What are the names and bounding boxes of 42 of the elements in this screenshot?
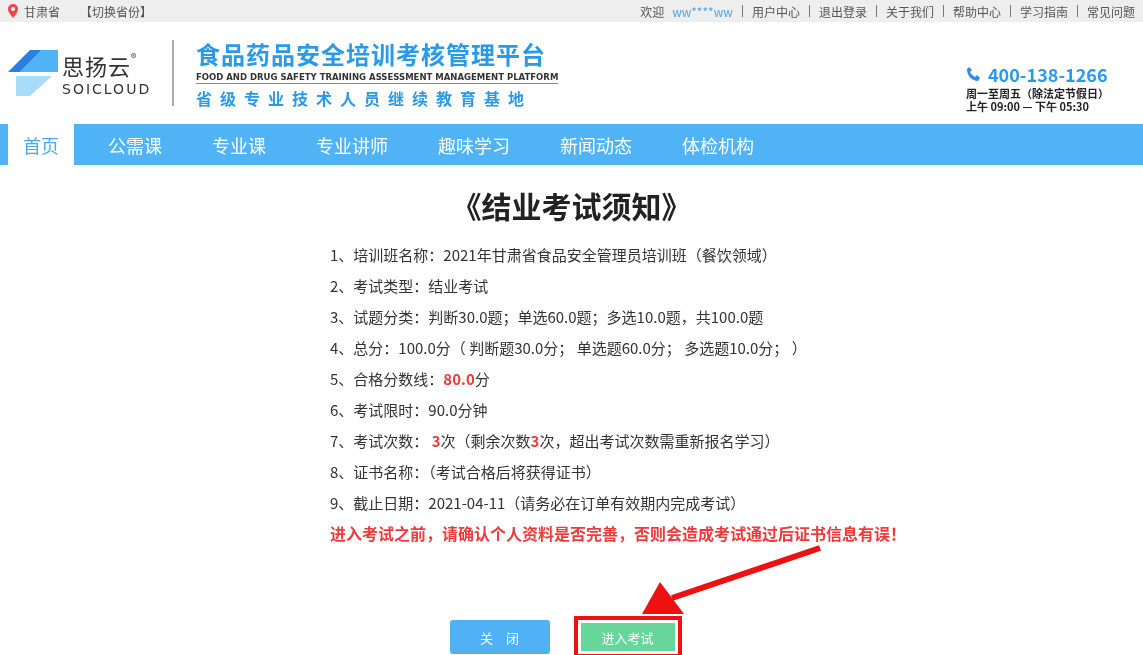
logo-name: 思扬云: [62, 49, 131, 81]
nav-tab[interactable]: 专业讲师: [294, 124, 410, 165]
notice-item: 9、截止日期：2021-04-11（请务必在订单有效期内完成考试）: [330, 491, 747, 515]
logo-subtitle: SOICLOUD: [62, 81, 152, 97]
service-hours: 周一至周五（除法定节假日）: [966, 87, 1109, 100]
notice-item: 6、考试限时：90.0分钟: [330, 398, 489, 422]
nav-tab[interactable]: 首页: [8, 124, 74, 165]
notice-item: 1、培训班名称：2021年甘肃省食品安全管理员培训班（餐饮领域）: [330, 243, 778, 267]
close-button[interactable]: 关 闭: [449, 620, 550, 654]
enter-exam-button[interactable]: 进入考试: [580, 623, 675, 651]
top-link[interactable]: 关于我们: [885, 2, 934, 20]
notice-item: 5、合格分数线：80.0分: [330, 367, 491, 391]
platform-english-title: FOOD AND DRUG SAFETY TRAINING ASSESSMENT MANAGEMENT PLATFORM: [196, 71, 559, 84]
notice-item: 2、考试类型：结业考试: [330, 274, 490, 298]
notice-item: 8、证书名称：（考试合格后将获得证书）: [330, 460, 602, 484]
nav-tab[interactable]: 公需课: [86, 124, 184, 165]
top-link[interactable]: 用户中心: [751, 2, 800, 20]
warning-text: 进入考试之前，请确认个人资料是否完善，否则会造成考试通过后证书信息有误！: [330, 520, 906, 547]
platform-subtitle: 省级专业技术人员继续教育基地: [196, 86, 532, 110]
province-label: 甘肃省: [24, 2, 60, 20]
notice-item: 4、总分：100.0分（ 判断题30.0分； 单选题60.0分； 多选题10.0分； ）: [330, 336, 808, 360]
notice-title: 《结业考试须知》: [451, 183, 692, 227]
welcome-label: 欢迎: [640, 2, 665, 20]
nav-tab[interactable]: 趣味学习: [416, 124, 532, 165]
nav-tab[interactable]: 新闻动态: [538, 124, 654, 165]
notice-item: 7、考试次数： 3次（剩余次数3次，超出考试次数需重新报名学习）: [330, 429, 781, 453]
username-link[interactable]: ww****ww: [672, 2, 733, 20]
phone-number: 400-138-1266: [988, 61, 1108, 87]
switch-province-link[interactable]: 【切换省份】: [80, 2, 153, 20]
phone-icon: [966, 66, 982, 82]
top-link[interactable]: 常见问题: [1087, 2, 1135, 20]
nav-tab[interactable]: 专业课: [190, 124, 288, 165]
top-link[interactable]: 学习指南: [1019, 2, 1068, 20]
nav-tab[interactable]: 体检机构: [660, 124, 776, 165]
notice-item: 3、试题分类：判断30.0题；单选60.0题；多选10.0题，共100.0题: [330, 305, 765, 329]
service-hours: 上午 09:00 — 下午 05:30: [966, 100, 1090, 113]
platform-title: 食品药品安全培训考核管理平台: [196, 36, 546, 71]
location-pin-icon: [8, 4, 18, 18]
logo-icon: [8, 50, 58, 96]
top-link[interactable]: 退出登录: [818, 2, 867, 20]
top-link[interactable]: 帮助中心: [952, 2, 1001, 20]
registered-mark: ®: [131, 49, 137, 65]
